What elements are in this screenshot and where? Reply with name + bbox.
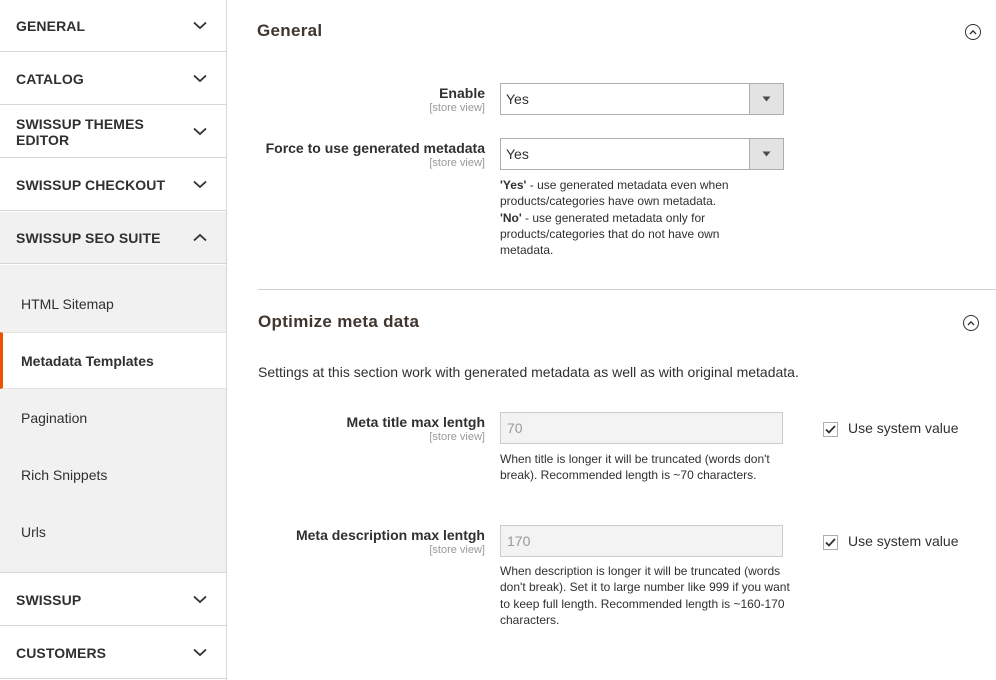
- config-main: General Enable [store view] Yes Force to…: [227, 0, 996, 680]
- sidebar-item-label: Urls: [21, 523, 46, 540]
- chevron-down-icon: [192, 71, 208, 87]
- sidebar-section-label: SWISSUP SEO SUITE: [16, 229, 161, 246]
- sidebar-section-swissup[interactable]: SWISSUP: [0, 574, 226, 626]
- meta-title-length-input[interactable]: 70: [500, 412, 783, 444]
- meta-description-length-input[interactable]: 170: [500, 525, 783, 557]
- enable-label: Enable: [439, 85, 485, 101]
- chevron-up-icon: [969, 29, 977, 35]
- sidebar-section-swissup-seo-suite[interactable]: SWISSUP SEO SUITE: [0, 212, 226, 264]
- sidebar-item-urls[interactable]: Urls: [0, 503, 226, 560]
- sidebar-section-label: SWISSUP: [16, 591, 82, 608]
- dropdown-arrow-icon: [749, 84, 783, 114]
- checkmark-icon: [825, 538, 836, 547]
- sidebar-section-general[interactable]: GENERAL: [0, 0, 226, 52]
- sidebar-item-html-sitemap[interactable]: HTML Sitemap: [0, 275, 226, 332]
- section-title-general[interactable]: General: [257, 21, 322, 41]
- meta-title-length-scope: [store view]: [429, 431, 485, 443]
- sidebar-item-pagination[interactable]: Pagination: [0, 389, 226, 446]
- sidebar-section-catalog[interactable]: CATALOG: [0, 53, 226, 105]
- force-generated-select-value: Yes: [506, 146, 529, 162]
- force-generated-select[interactable]: Yes: [500, 138, 784, 170]
- sidebar-item-label: HTML Sitemap: [21, 295, 114, 312]
- force-generated-label: Force to use generated metadata: [265, 140, 485, 156]
- seo-suite-submenu: HTML Sitemap Metadata Templates Paginati…: [0, 265, 226, 573]
- collapse-general-toggle[interactable]: [965, 24, 981, 40]
- sidebar-item-rich-snippets[interactable]: Rich Snippets: [0, 446, 226, 503]
- section-divider: [258, 289, 996, 290]
- enable-select-value: Yes: [506, 91, 529, 107]
- sidebar-section-label: CUSTOMERS: [16, 644, 107, 661]
- meta-title-length-label: Meta title max lentgh: [346, 414, 485, 430]
- enable-scope: [store view]: [429, 102, 485, 114]
- note-no-text: - use generated metadata only for produc…: [500, 210, 720, 258]
- config-sidebar: GENERAL CATALOG SWISSUP THEMES EDITOR SW…: [0, 0, 227, 680]
- sidebar-item-label: Metadata Templates: [21, 352, 154, 369]
- chevron-down-icon: [192, 592, 208, 608]
- checkmark-icon: [825, 425, 836, 434]
- sidebar-section-swissup-checkout[interactable]: SWISSUP CHECKOUT: [0, 159, 226, 211]
- sidebar-section-label: GENERAL: [16, 17, 86, 34]
- meta-title-use-system-checkbox[interactable]: [823, 422, 838, 437]
- sidebar-section-swissup-themes-editor[interactable]: SWISSUP THEMES EDITOR: [0, 106, 226, 158]
- note-no-key: 'No': [500, 210, 522, 225]
- meta-title-length-note: When title is longer it will be truncate…: [500, 452, 770, 483]
- section-title-optimize-meta-data[interactable]: Optimize meta data: [258, 312, 419, 332]
- chevron-down-icon: [192, 645, 208, 661]
- meta-description-length-label: Meta description max lentgh: [295, 527, 485, 543]
- force-generated-note: 'Yes' - use generated metadata even when…: [500, 177, 750, 258]
- force-generated-scope: [store view]: [429, 157, 485, 169]
- note-yes-key: 'Yes': [500, 178, 527, 192]
- sidebar-section-label: SWISSUP THEMES EDITOR: [16, 115, 144, 148]
- enable-select[interactable]: Yes: [500, 83, 784, 115]
- sidebar-item-metadata-templates[interactable]: Metadata Templates: [0, 332, 226, 389]
- sidebar-section-label: CATALOG: [16, 70, 84, 87]
- dropdown-arrow-icon: [749, 139, 783, 169]
- collapse-optimize-toggle[interactable]: [963, 315, 979, 331]
- chevron-down-icon: [193, 124, 208, 140]
- note-yes-text: - use generated metadata even when produ…: [500, 178, 729, 209]
- sidebar-item-label: Rich Snippets: [21, 466, 108, 483]
- chevron-up-icon: [192, 230, 208, 246]
- meta-description-length-note: When description is longer it will be tr…: [500, 564, 790, 627]
- meta-description-length-scope: [store view]: [429, 544, 485, 556]
- meta-title-use-system-label[interactable]: Use system value: [848, 420, 958, 436]
- meta-description-use-system-label[interactable]: Use system value: [848, 533, 958, 549]
- chevron-down-icon: [192, 177, 208, 193]
- sidebar-section-customers[interactable]: CUSTOMERS: [0, 627, 226, 679]
- sidebar-item-label: Pagination: [21, 409, 88, 426]
- chevron-up-icon: [967, 320, 975, 326]
- sidebar-section-label: SWISSUP CHECKOUT: [16, 176, 166, 193]
- optimize-intro-text: Settings at this section work with gener…: [258, 364, 799, 380]
- chevron-down-icon: [192, 18, 208, 34]
- meta-description-use-system-checkbox[interactable]: [823, 535, 838, 550]
